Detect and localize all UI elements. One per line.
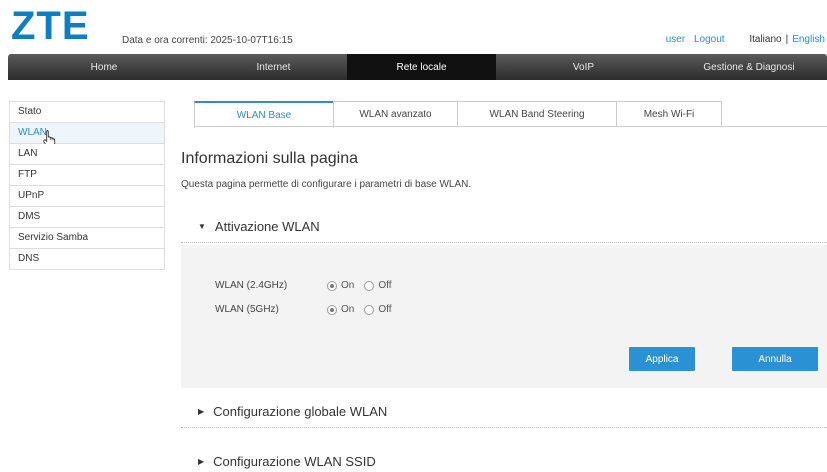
tab-wlan-base[interactable]: WLAN Base <box>194 101 334 128</box>
tab-mesh-wifi[interactable]: Mesh Wi-Fi <box>616 101 722 126</box>
triangle-down-icon: ▼ <box>198 222 206 231</box>
tab-bar: WLAN Base WLAN avanzato WLAN Band Steeri… <box>194 101 722 128</box>
nav-rete-locale[interactable]: Rete locale <box>347 54 496 80</box>
triangle-right-icon: ▶ <box>198 457 205 466</box>
section-attivazione-header[interactable]: ▼ Attivazione WLAN <box>198 219 320 234</box>
user-link[interactable]: user <box>666 34 685 45</box>
sidebar-item-ftp[interactable]: FTP <box>10 165 164 186</box>
sidebar-item-wlan[interactable]: WLAN <box>10 123 164 147</box>
top-links: user Logout Italiano | English <box>660 34 825 45</box>
wlan-24-off-radio[interactable]: Off <box>364 280 392 291</box>
nav-voip[interactable]: VoIP <box>496 54 671 80</box>
radio-label: Off <box>378 280 392 291</box>
section-title: Configurazione WLAN SSID <box>213 454 376 469</box>
sidebar-item-stato[interactable]: Stato <box>10 102 164 123</box>
wlan-24-on-radio[interactable]: On <box>327 280 354 291</box>
main-nav: Home Internet Rete locale VoIP Gestione … <box>8 54 827 80</box>
radio-unchecked-icon[interactable] <box>364 280 375 291</box>
radio-unchecked-icon[interactable] <box>364 304 375 315</box>
section-divider <box>181 427 827 428</box>
radio-checked-icon[interactable] <box>327 304 337 315</box>
wlan-5-on-radio[interactable]: On <box>327 304 354 315</box>
wlan-5-row: WLAN (5GHz) On Off <box>215 304 402 315</box>
sidebar-item-upnp[interactable]: UPnP <box>10 186 164 207</box>
section-ssid-header[interactable]: ▶ Configurazione WLAN SSID <box>198 454 376 469</box>
sidebar-item-dns[interactable]: DNS <box>10 249 164 270</box>
nav-home[interactable]: Home <box>8 54 200 80</box>
lang-english[interactable]: English <box>792 34 825 45</box>
wlan-activation-panel: WLAN (2.4GHz) On Off WLAN (5GHz) On Off … <box>181 245 827 388</box>
section-globale-header[interactable]: ▶ Configurazione globale WLAN <box>198 404 387 419</box>
logout-link[interactable]: Logout <box>694 34 725 45</box>
section-title: Configurazione globale WLAN <box>213 404 388 419</box>
wlan-5-off-radio[interactable]: Off <box>364 304 392 315</box>
current-datetime: Data e ora correnti: 2025-10-07T16:15 <box>122 35 293 46</box>
sidebar: Stato WLAN LAN FTP UPnP DMS Servizio Sam… <box>9 101 165 270</box>
tab-wlan-band-steering[interactable]: WLAN Band Steering <box>457 101 617 126</box>
nav-gestione-diagnosi[interactable]: Gestione & Diagnosi <box>671 54 827 80</box>
sidebar-item-dms[interactable]: DMS <box>10 207 164 228</box>
page-description: Questa pagina permette di configurare i … <box>181 179 472 190</box>
radio-checked-icon[interactable] <box>327 280 337 291</box>
tab-divider <box>194 126 827 127</box>
page-title: Informazioni sulla pagina <box>181 150 358 167</box>
cancel-button[interactable]: Annulla <box>732 347 818 371</box>
wlan-5-label: WLAN (5GHz) <box>215 304 279 315</box>
sidebar-item-lan[interactable]: LAN <box>10 144 164 165</box>
radio-label: On <box>341 280 355 291</box>
apply-button[interactable]: Applica <box>629 347 695 371</box>
wlan-24-row: WLAN (2.4GHz) On Off <box>215 280 402 291</box>
lang-italiano[interactable]: Italiano <box>749 34 781 45</box>
nav-internet[interactable]: Internet <box>200 54 347 80</box>
radio-label: Off <box>378 304 392 315</box>
tab-wlan-avanzato[interactable]: WLAN avanzato <box>333 101 458 126</box>
section-divider <box>181 242 827 243</box>
section-title: Attivazione WLAN <box>214 219 320 234</box>
radio-label: On <box>341 304 355 315</box>
zte-logo: ZTE <box>11 4 90 48</box>
triangle-right-icon: ▶ <box>198 407 205 416</box>
lang-separator: | <box>785 34 789 45</box>
sidebar-item-samba[interactable]: Servizio Samba <box>10 228 164 249</box>
wlan-24-label: WLAN (2.4GHz) <box>215 280 288 291</box>
